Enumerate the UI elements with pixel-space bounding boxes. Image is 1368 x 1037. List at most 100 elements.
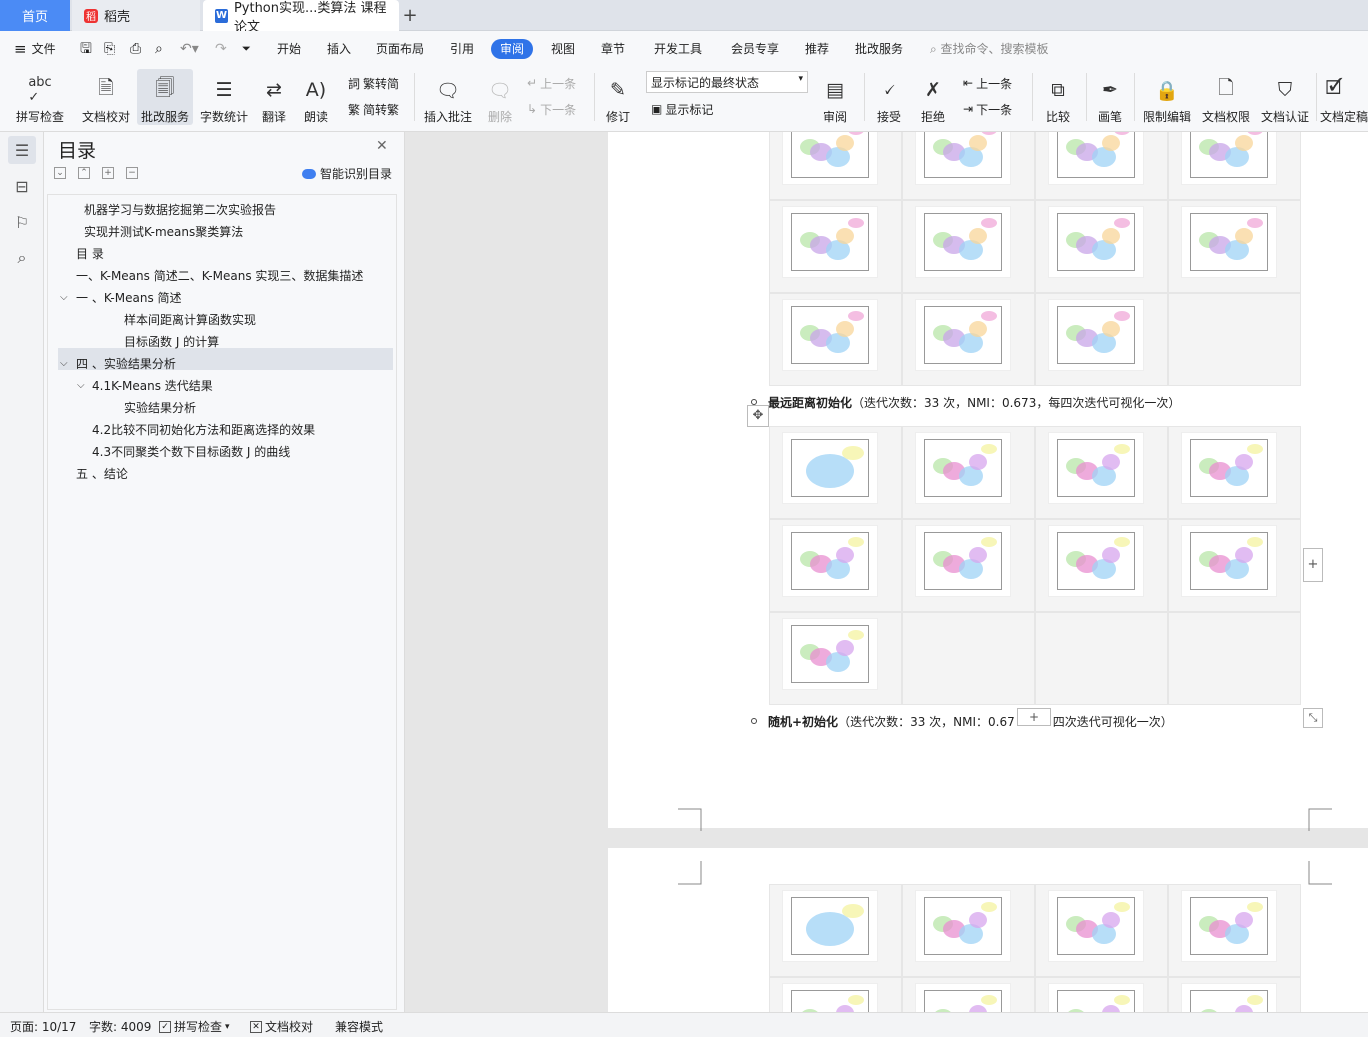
menu-references[interactable]: 引用 [450,39,474,59]
chevron-down-icon[interactable]: ⌵ [60,287,68,309]
table-cell[interactable] [1035,612,1168,705]
toc-item[interactable]: 目标函数 J 的计算 [124,331,219,353]
spellcheck-button[interactable]: abc ✓ 拼写检查 [8,69,72,125]
markup-mode-select[interactable]: 显示标记的最终状态 ▾ [646,71,808,93]
toc-panel-icon[interactable]: ☰ [8,136,36,164]
insert-comment-button[interactable]: 🗨 插入批注 [420,69,476,125]
menu-view[interactable]: 视图 [551,39,575,59]
next-change-button[interactable]: ⇥ 下一条 [963,99,1012,119]
accept-button[interactable]: 🗸 接受 [870,69,908,125]
toc-item[interactable]: 五 、结论 [76,463,128,485]
next-comment-button[interactable]: ↳ 下一条 [527,99,576,119]
translate-button[interactable]: ⇄ 翻译 [256,69,292,125]
table-cell[interactable] [1168,293,1301,386]
table-resize-icon[interactable]: ⤡ [1303,708,1323,728]
menu-insert[interactable]: 插入 [327,39,351,59]
correction-service-icon: 🗐 [155,77,175,99]
chevron-down-icon[interactable]: ⌵ [60,353,68,375]
quick-access-dropdown-icon[interactable]: ⏷ [242,39,251,59]
toc-item[interactable]: 4.1K-Means 迭代结果 [92,375,213,397]
table-cell[interactable] [1168,612,1301,705]
prev-comment-button[interactable]: ↵ 上一条 [527,73,576,93]
menu-review[interactable]: 审阅 [491,39,534,59]
show-markup-button[interactable]: ▣ 显示标记 [651,99,713,119]
toc-item[interactable]: 4.2比较不同初始化方法和距离选择的效果 [92,419,315,441]
chevron-down-icon[interactable]: ⌵ [77,375,85,397]
trad-to-simp-button[interactable]: 詞繁转简 [348,73,399,93]
tab-home[interactable]: 首页 [0,0,70,31]
menu-page-layout[interactable]: 页面布局 [376,39,424,59]
toc-item[interactable]: 样本间距离计算函数实现 [124,309,256,331]
menu-recommend[interactable]: 推荐 [805,39,829,59]
status-spellcheck[interactable]: ✓ 拼写检查 ▾ [159,1018,230,1035]
correction-service-button[interactable]: 🗐 批改服务 [137,69,193,125]
bookmark-icon[interactable]: ⚐ [8,208,36,236]
table-cell[interactable] [902,612,1035,705]
print-preview-icon[interactable]: ⌕ [155,39,163,59]
document-canvas[interactable]: 最远距离初始化（迭代次数：33 次，NMI：0.673，每四次迭代可视化一次） ✥… [405,132,1368,1012]
compare-button[interactable]: ⧉ 比较 [1038,69,1078,125]
menu-home[interactable]: 开始 [277,39,301,59]
menu-developer[interactable]: 开发工具 [654,39,702,59]
collapse-all-icon[interactable]: ⌄ [54,167,66,179]
tab-daoke[interactable]: 稻稻壳 [72,0,200,31]
reject-button[interactable]: ✗ 拒绝 [914,69,952,125]
cluster-plot-thumbnail [915,299,1011,371]
toc-item[interactable]: 目 录 [76,243,104,265]
delete-comment-icon: 🗨 [487,79,513,102]
table-move-handle-icon[interactable]: ✥ [747,405,769,427]
cluster-plot-thumbnail [915,132,1011,185]
doc-permission-button[interactable]: 🗋 文档权限 [1199,69,1253,125]
reject-label: 拒绝 [920,110,945,124]
close-icon[interactable]: ✕ [376,138,388,154]
word-count-button[interactable]: ☰ 字数统计 [197,69,251,125]
add-row-plus-icon[interactable]: + [1017,708,1051,726]
toc-item[interactable]: 机器学习与数据挖掘第二次实验报告 [84,199,276,221]
expand-up-icon[interactable]: ⌃ [78,167,90,179]
scatter-plot [924,132,1002,178]
track-changes-button[interactable]: ✎ 修订 [600,69,636,125]
delete-comment-button[interactable]: 🗨 删除 [480,69,520,125]
cluster-plot-thumbnail [782,432,878,504]
redo-icon[interactable]: ↷ [215,39,227,59]
doc-proof-label: 文档校对 [81,110,130,124]
toc-item[interactable]: 一 、K-Means 简述 [76,287,182,309]
toc-item[interactable]: 四 、实验结果分析 [76,353,176,375]
cluster-plot-thumbnail [782,525,878,597]
page-indicator[interactable]: 页面: 10/17 [10,1018,76,1035]
command-search[interactable]: ⌕ 查找命令、搜索模板 [930,39,1049,59]
pen-button[interactable]: ✒ 画笔 [1092,69,1128,125]
doc-proof-button[interactable]: 🗎 文档校对 [78,69,134,125]
doc-certify-button[interactable]: ⛉ 文档认证 [1258,69,1312,125]
doc-finalize-button[interactable]: 🗹 文档定稿 [1320,69,1368,125]
add-column-plus-icon[interactable]: + [1303,548,1323,582]
export-icon[interactable]: ⎘ [104,39,115,59]
print-icon[interactable]: ⎙ [130,39,141,59]
new-tab-plus-icon[interactable]: + [400,5,420,26]
read-aloud-button[interactable]: A) 朗读 [298,69,334,125]
cluster-blob [969,547,987,563]
add-heading-icon[interactable]: + [102,167,114,179]
prev-change-button[interactable]: ⇤ 上一条 [963,73,1012,93]
simp-to-trad-button[interactable]: 繁简转繁 [348,99,399,119]
menu-chapter[interactable]: 章节 [601,39,625,59]
status-doc-proof[interactable]: ✕ 文档校对 [250,1018,313,1035]
search-icon[interactable]: ⌕ [8,244,36,272]
toc-item[interactable]: 实验结果分析 [124,397,196,419]
toc-item[interactable]: 4.3不同聚类个数下目标函数 J 的曲线 [92,441,290,463]
chapter-nav-icon[interactable]: ⊟ [8,172,36,200]
word-count-indicator[interactable]: 字数: 4009 [89,1018,151,1035]
review-pane-button[interactable]: ▤ 审阅 [816,69,854,125]
remove-heading-icon[interactable]: − [126,167,138,179]
menu-member[interactable]: 会员专享 [731,39,779,59]
toc-item[interactable]: 一、K-Means 简述二、K-Means 实现三、数据集描述 [76,265,363,287]
save-icon[interactable]: 🖫 [80,39,92,59]
toc-item[interactable]: 实现并测试K-means聚类算法 [84,221,243,243]
menu-correction[interactable]: 批改服务 [855,39,903,59]
cluster-blob [842,446,864,460]
undo-icon[interactable]: ↶▾ [180,39,199,59]
smart-toc-button[interactable]: 智能识别目录 [302,165,392,182]
restrict-edit-button[interactable]: 🔒 限制编辑 [1140,69,1194,125]
file-menu[interactable]: ≡ 文件 [14,39,56,59]
tab-document[interactable]: W Python实现...类算法 课程论文 [203,0,399,35]
